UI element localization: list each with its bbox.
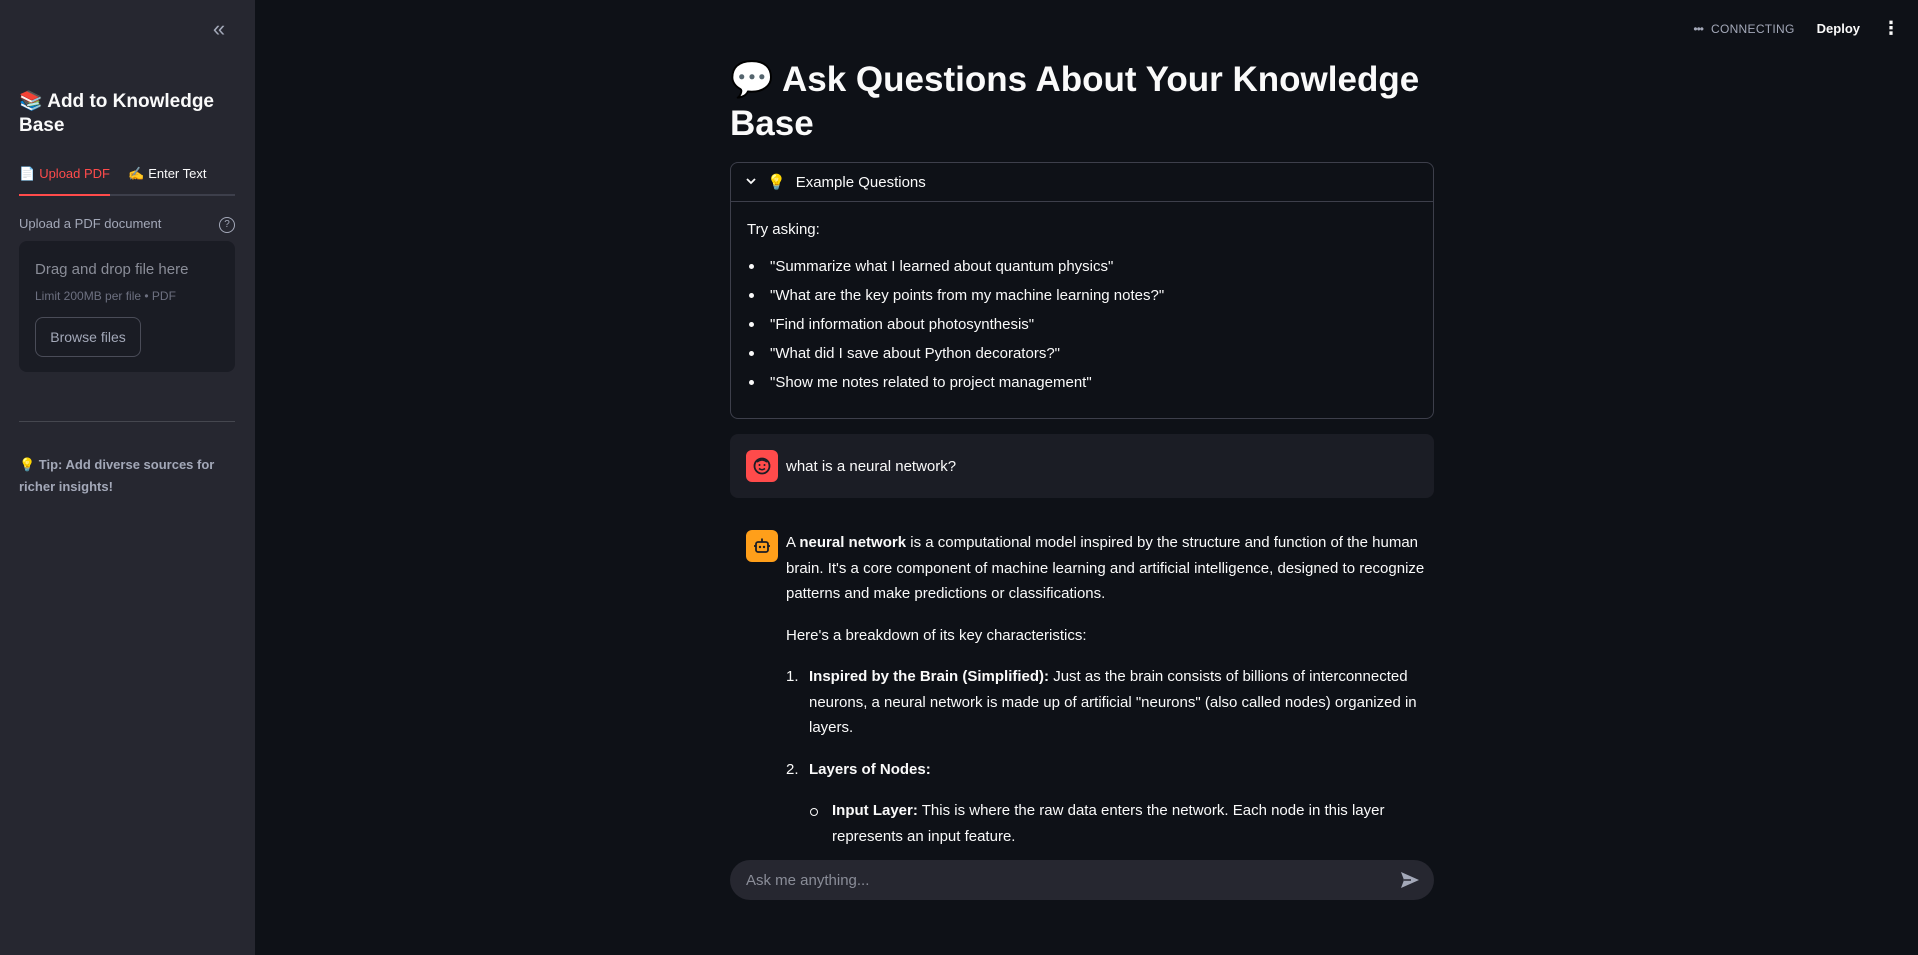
help-icon[interactable]: ? (219, 217, 235, 233)
item-heading: Input Layer: (832, 802, 918, 819)
expander-body: Try asking: "Summarize what I learned ab… (731, 202, 1433, 397)
list-item: "What are the key points from my machine… (747, 281, 1417, 310)
user-message-text: what is a neural network? (786, 457, 957, 475)
app: « 📚 Add to Knowledge Base 📄 Upload PDF ✍… (0, 0, 1918, 955)
user-message: what is a neural network? (730, 434, 1434, 498)
chevron-down-icon (745, 175, 757, 190)
examples-list: "Summarize what I learned about quantum … (747, 252, 1417, 397)
sidebar-divider (19, 421, 235, 422)
answer-paragraph: Here's a breakdown of its key characteri… (786, 626, 1087, 644)
tab-label: Upload PDF (39, 166, 110, 181)
status-text: CONNECTING (1710, 21, 1795, 36)
document-icon: 📄 (19, 166, 36, 181)
list-number: 2. (786, 760, 799, 778)
bold-term: neural network (799, 534, 907, 551)
list-item: "Summarize what I learned about quantum … (747, 252, 1417, 281)
example-questions-expander: 💡 Example Questions Try asking: "Summari… (730, 162, 1434, 419)
characteristics-list: 1. Inspired by the Brain (Simplified): J… (786, 664, 1426, 848)
dropzone-text: Drag and drop file here (35, 261, 189, 278)
sub-list-item: Input Layer: This is where the raw data … (809, 798, 1426, 848)
chat-input[interactable] (746, 871, 1398, 889)
dropzone-limit: Limit 200MB per file • PDF (35, 289, 176, 303)
ellipsis-icon: ••• (1693, 21, 1704, 36)
expander-label: Example Questions (795, 173, 926, 191)
tab-label: Enter Text (148, 166, 207, 181)
header-toolbar: ••• CONNECTING Deploy ⋮ (1693, 18, 1900, 39)
list-number: 1. (786, 668, 799, 685)
tab-enter-text[interactable]: ✍️ Enter Text (128, 162, 206, 196)
text: A (786, 534, 800, 551)
connection-status: ••• CONNECTING (1693, 22, 1794, 36)
writing-hand-icon: ✍️ (128, 166, 145, 181)
bot-avatar-icon (746, 530, 778, 562)
main-menu-icon[interactable]: ⋮ (1882, 18, 1900, 39)
list-item: 1. Inspired by the Brain (Simplified): J… (786, 664, 1426, 741)
sidebar-tabs: 📄 Upload PDF ✍️ Enter Text (19, 162, 235, 196)
sidebar-tip: 💡 Tip: Add diverse sources for richer in… (19, 457, 215, 494)
lightbulb-icon: 💡 (767, 174, 786, 191)
list-item: "Show me notes related to project manage… (747, 368, 1417, 397)
browse-files-button[interactable]: Browse files (35, 317, 141, 357)
collapse-sidebar-icon[interactable]: « (206, 16, 232, 42)
sidebar-title: 📚 Add to Knowledge Base (19, 91, 214, 136)
assistant-message: A neural network is a computational mode… (730, 530, 1434, 848)
send-icon[interactable] (1398, 868, 1422, 892)
expander-header[interactable]: 💡 Example Questions (731, 163, 1433, 202)
tab-upload-pdf[interactable]: 📄 Upload PDF (19, 162, 110, 196)
list-item: "What did I save about Python decorators… (747, 339, 1417, 368)
sub-list: Input Layer: This is where the raw data … (809, 798, 1426, 848)
upload-label: Upload a PDF document (19, 216, 162, 231)
answer-paragraph: A neural network is a computational mode… (786, 530, 1426, 607)
sidebar: « 📚 Add to Knowledge Base 📄 Upload PDF ✍… (0, 0, 255, 955)
list-item: "Find information about photosynthesis" (747, 310, 1417, 339)
page-title: 💬 Ask Questions About Your Knowledge Bas… (730, 60, 1420, 143)
item-heading: Layers of Nodes: (809, 760, 931, 778)
deploy-button[interactable]: Deploy (1817, 21, 1860, 36)
examples-intro: Try asking: (747, 221, 820, 238)
assistant-message-content: A neural network is a computational mode… (786, 530, 1426, 848)
user-avatar-icon (746, 450, 778, 482)
item-heading: Inspired by the Brain (Simplified): (809, 668, 1050, 685)
list-item: 2. Layers of Nodes: Input Layer: This is… (786, 757, 1426, 849)
file-dropzone[interactable]: Drag and drop file here Limit 200MB per … (19, 241, 235, 372)
chat-input-bar (730, 860, 1434, 900)
